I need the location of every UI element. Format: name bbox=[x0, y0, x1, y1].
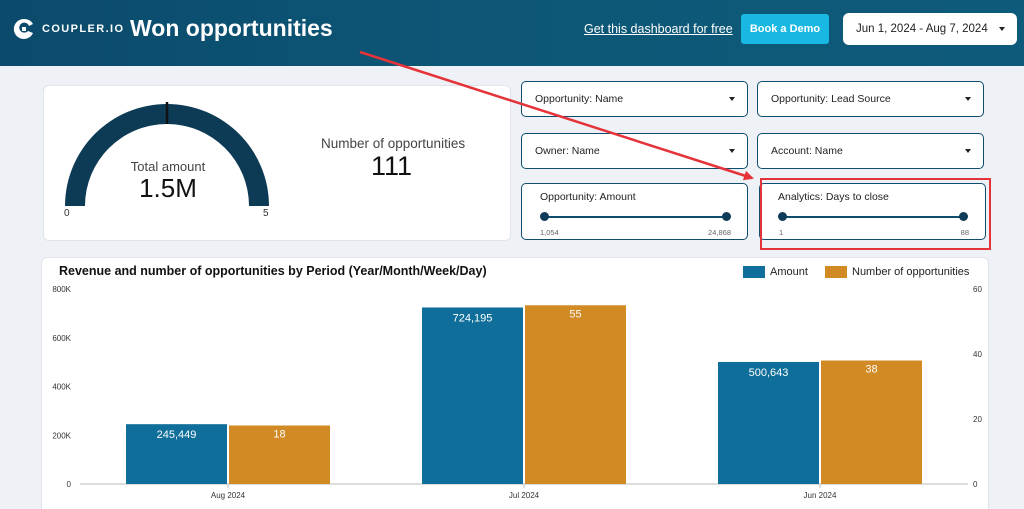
y-right-tick-label: 60 bbox=[973, 285, 982, 294]
data-label-count: 18 bbox=[273, 429, 285, 441]
y-left-tick-label: 800K bbox=[52, 285, 71, 294]
y-right-tick-label: 20 bbox=[973, 415, 982, 424]
y-left-tick-label: 400K bbox=[52, 383, 71, 392]
bar-chart: 0 200K 400K 600K 800K 0 20 40 60 Aug 2024 245,449 1… bbox=[52, 285, 982, 500]
data-label-amount: 500,643 bbox=[749, 367, 789, 379]
x-tick-label: Jul 2024 bbox=[509, 491, 540, 500]
y-right-tick-label: 0 bbox=[973, 480, 978, 489]
data-label-amount: 724,195 bbox=[453, 312, 493, 324]
x-tick-label: Aug 2024 bbox=[211, 491, 246, 500]
y-right-tick-label: 40 bbox=[973, 350, 982, 359]
data-label-count: 55 bbox=[569, 308, 581, 320]
data-label-amount: 245,449 bbox=[157, 429, 197, 441]
y-left-tick-label: 200K bbox=[52, 431, 71, 440]
x-tick-label: Jun 2024 bbox=[804, 491, 837, 500]
bar-amount bbox=[718, 361, 819, 484]
data-label-count: 38 bbox=[865, 364, 877, 376]
bar-count bbox=[821, 360, 922, 484]
y-left-tick-label: 0 bbox=[67, 480, 72, 489]
y-left-tick-label: 600K bbox=[52, 334, 71, 343]
bar-count bbox=[525, 305, 626, 484]
bar-amount bbox=[422, 307, 523, 484]
